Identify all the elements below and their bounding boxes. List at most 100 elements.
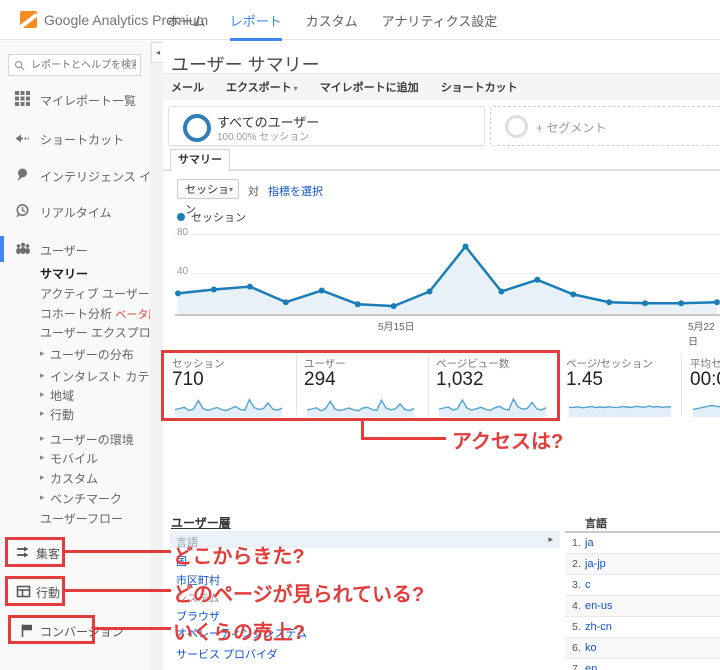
rank: 3. bbox=[572, 579, 581, 591]
card-separator bbox=[681, 354, 682, 416]
sidebar-item-cohort-analysis[interactable]: コホート分析 ベータ版 bbox=[40, 305, 159, 322]
export-label: エクスポート bbox=[226, 82, 292, 94]
expand-arrow-icon: ▸ bbox=[40, 492, 45, 502]
rank: 2. bbox=[572, 558, 581, 570]
sidebar-item-dashboards[interactable]: マイレポート一覧 bbox=[40, 92, 136, 109]
language-link[interactable]: c bbox=[585, 579, 591, 591]
tab-strip-border bbox=[163, 169, 720, 171]
shortcut-button[interactable]: ショートカット bbox=[441, 79, 518, 95]
annotation-connector bbox=[361, 437, 446, 440]
language-link[interactable]: ko bbox=[585, 642, 597, 654]
annotation-connector bbox=[95, 627, 171, 630]
sidebar-item-audience[interactable]: ユーザー bbox=[40, 242, 88, 259]
sidebar-item-shortcuts[interactable]: ショートカット bbox=[40, 131, 124, 148]
metric-value-avg-session-duration: 00:0 bbox=[690, 369, 720, 390]
nav-admin[interactable]: アナリティクス設定 bbox=[382, 0, 498, 41]
dashboards-grid-icon bbox=[15, 91, 30, 106]
search-icon bbox=[14, 60, 25, 71]
audience-users-icon bbox=[16, 242, 30, 254]
rank: 1. bbox=[572, 537, 581, 549]
table-row: 1. ja bbox=[565, 533, 720, 554]
annotation-conversion: いくらの売上? bbox=[173, 622, 306, 644]
annotation-behavior: どのページが見られている? bbox=[173, 584, 425, 606]
sidebar-item-technology[interactable]: ユーザーの環境 bbox=[50, 431, 134, 448]
annotation-acquisition: どこからきた? bbox=[173, 546, 305, 568]
annotation-box-conversion bbox=[8, 615, 95, 644]
expand-arrow-icon: ▸ bbox=[40, 452, 45, 462]
table-row: 7. en bbox=[565, 659, 720, 670]
language-link[interactable]: en bbox=[585, 663, 597, 670]
language-link[interactable]: en-us bbox=[585, 600, 613, 612]
expand-arrow-icon: ▸ bbox=[40, 348, 45, 358]
row-arrow-icon: ▸ bbox=[548, 534, 553, 544]
search-input[interactable] bbox=[29, 58, 138, 72]
metric-select-dropdown[interactable]: セッション ▾ bbox=[177, 179, 239, 216]
report-toolbar: メール エクスポート ▾ マイレポートに追加 ショートカット bbox=[163, 74, 720, 100]
nav-reporting[interactable]: レポート bbox=[229, 0, 282, 41]
table-row: 6. ko bbox=[565, 638, 720, 659]
cohort-label: コホート分析 bbox=[40, 307, 113, 321]
rank: 6. bbox=[572, 642, 581, 654]
language-link[interactable]: zh-cn bbox=[585, 621, 612, 633]
segment-ring-empty-icon bbox=[505, 115, 528, 138]
x-axis-line bbox=[175, 314, 720, 316]
language-link[interactable]: ja-jp bbox=[585, 558, 606, 570]
top-navigation-bar: Google Analytics Premium ホーム レポート カスタム ア… bbox=[0, 0, 720, 41]
nav-home[interactable]: ホーム bbox=[167, 0, 206, 41]
rank: 5. bbox=[572, 621, 581, 633]
language-table-header: 言語 bbox=[585, 518, 607, 530]
add-segment-label: + セグメント bbox=[536, 121, 607, 135]
segment-all-users-card[interactable]: すべてのユーザー 100.00% セッション bbox=[168, 106, 485, 146]
annotation-connector bbox=[65, 589, 171, 592]
expand-arrow-icon: ▸ bbox=[40, 389, 45, 399]
mail-button[interactable]: メール bbox=[171, 79, 204, 95]
expand-arrow-icon: ▸ bbox=[40, 408, 45, 418]
sidebar-item-active-users[interactable]: アクティブ ユーザー bbox=[40, 285, 150, 302]
sidebar-item-realtime[interactable]: リアルタイム bbox=[40, 204, 112, 221]
add-segment-button[interactable]: + セグメント bbox=[490, 106, 720, 146]
sidebar-item-geo[interactable]: 地域 bbox=[50, 387, 74, 404]
demographics-item-service-provider[interactable]: サービス プロバイダ bbox=[176, 646, 278, 662]
caret-down-icon: ▾ bbox=[228, 185, 233, 194]
shortcuts-arrow-icon bbox=[15, 134, 29, 143]
segment-subtitle: 100.00% セッション bbox=[217, 132, 310, 143]
sessions-line-chart[interactable] bbox=[175, 224, 720, 314]
sidebar-item-mobile[interactable]: モバイル bbox=[50, 450, 98, 467]
choose-metric-link[interactable]: 指標を選択 bbox=[268, 183, 323, 199]
sidebar-item-demographics[interactable]: ユーザーの分布 bbox=[50, 346, 134, 363]
nav-custom[interactable]: カスタム bbox=[306, 0, 358, 41]
sidebar-item-audience-overview[interactable]: サマリー bbox=[40, 265, 88, 282]
metric-value-pages-per-session: 1.45 bbox=[566, 369, 603, 390]
sidebar-item-custom[interactable]: カスタム bbox=[50, 470, 98, 487]
table-row: 2. ja-jp bbox=[565, 554, 720, 575]
sidebar-search[interactable] bbox=[8, 54, 141, 76]
sparkline-avg-session-duration bbox=[692, 404, 720, 417]
legend-label: セッション bbox=[191, 212, 246, 224]
caret-down-icon: ▾ bbox=[293, 84, 298, 93]
top-nav: ホーム レポート カスタム アナリティクス設定 bbox=[167, 0, 498, 41]
rank: 4. bbox=[572, 600, 581, 612]
export-button[interactable]: エクスポート ▾ bbox=[226, 79, 298, 95]
expand-arrow-icon: ▸ bbox=[40, 433, 45, 443]
sidebar-item-behavior-sub[interactable]: 行動 bbox=[50, 406, 74, 423]
annotation-access: アクセスは? bbox=[452, 431, 564, 453]
annotation-connector bbox=[65, 550, 171, 553]
annotation-box-acquisition bbox=[5, 537, 65, 567]
annotation-box-metrics bbox=[161, 350, 560, 421]
table-row: 3. c bbox=[565, 575, 720, 596]
vs-label: 対 bbox=[248, 186, 259, 198]
tab-summary[interactable]: サマリー bbox=[170, 149, 230, 171]
realtime-clock-icon bbox=[16, 204, 29, 218]
demographics-title: ユーザー層 bbox=[171, 516, 231, 530]
add-to-dashboard-button[interactable]: マイレポートに追加 bbox=[320, 79, 419, 95]
table-row: 4. en-us bbox=[565, 596, 720, 617]
x-tick-may15: 5月15日 bbox=[378, 322, 415, 333]
sidebar-item-benchmarking[interactable]: ベンチマーク bbox=[50, 490, 122, 507]
language-link[interactable]: ja bbox=[585, 537, 594, 549]
expand-arrow-icon: ▸ bbox=[40, 472, 45, 482]
sidebar-item-users-flow[interactable]: ユーザーフロー bbox=[40, 510, 123, 527]
active-section-indicator bbox=[0, 236, 4, 262]
intelligence-pin-icon bbox=[17, 168, 27, 181]
legend-dot-icon bbox=[177, 213, 185, 221]
table-row: 5. zh-cn bbox=[565, 617, 720, 638]
